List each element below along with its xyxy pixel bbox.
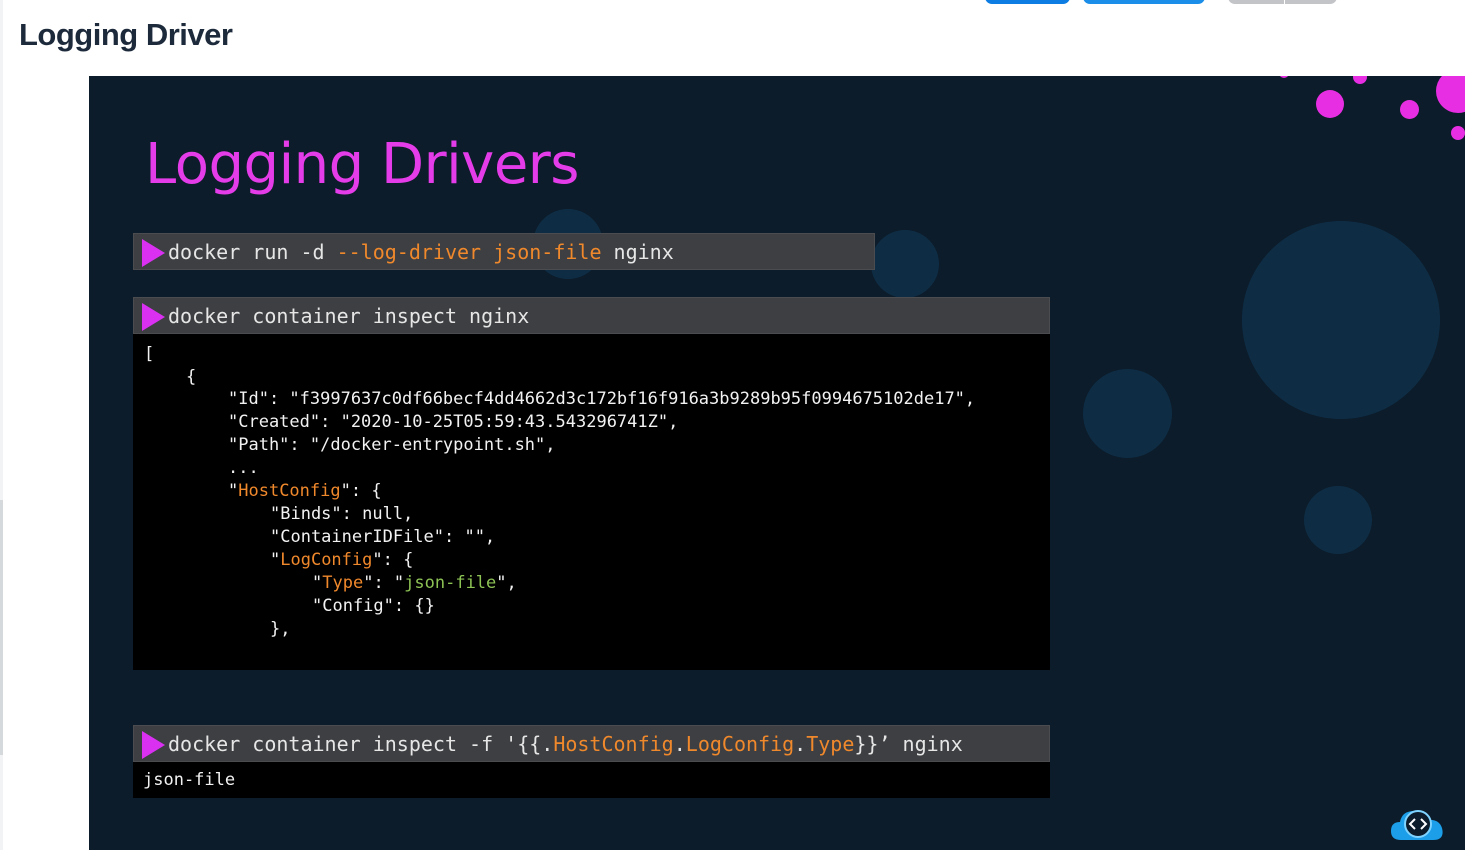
decor-dot [1316,90,1344,118]
decor-dot [1353,76,1367,84]
code-line: { [186,367,197,387]
cloud-code-icon[interactable] [1389,806,1447,842]
cmd-key: HostConfig [553,732,674,756]
cmd-prefix: docker run -d [168,240,337,264]
inspect-output: [ { "Id": "f3997637c0df66becf4dd4662d3c1… [133,334,1050,670]
code-line: "ContainerIDFile": "", [270,527,496,547]
decor-dot [1400,100,1419,119]
decor-dot [1436,76,1465,113]
inspect-format-output: json-file [133,762,1050,798]
json-value: json-file [404,573,497,593]
code-line: "LogConfig": { [270,550,414,570]
top-button-4[interactable] [1285,0,1337,4]
command-text: docker container inspect -f '{{.HostConf… [168,731,963,757]
top-button-2[interactable] [1083,0,1205,4]
code-line: "Id": "f3997637c0df66becf4dd4662d3c172bf… [228,389,976,409]
code-line: "Type": "json-file", [312,573,517,593]
cmd-key: LogConfig [685,732,795,756]
output-value: json-file [143,770,236,790]
decor-dot [1279,76,1289,78]
left-scroll-indicator [0,500,3,755]
json-key: HostConfig [238,481,341,501]
top-button-3[interactable] [1228,0,1284,4]
cmd-key: Type [806,732,855,756]
command-bar-inspect-format: docker container inspect -f '{{.HostConf… [133,725,1050,762]
play-triangle-icon [142,239,165,267]
top-button-1[interactable] [985,0,1070,4]
cmd-flag: --log-driver json-file [336,240,602,264]
command-text: docker run -d --log-driver json-file ngi… [168,239,674,265]
code-line: "HostConfig": { [228,481,382,501]
cmd-dot: . [794,732,807,756]
decor-circle [1242,221,1440,419]
play-triangle-icon [142,731,165,759]
cmd-suffix: }}’ nginx [854,732,963,756]
page-title: Logging Driver [19,17,233,52]
code-line: ... [228,458,259,478]
command-text: docker container inspect nginx [168,304,530,328]
decor-circle [1083,369,1172,458]
json-key: Type [322,573,364,593]
cmd-dot: . [673,732,686,756]
code-line: "Path": "/docker-entrypoint.sh", [228,435,556,455]
json-key: LogConfig [280,550,373,570]
command-bar-run: docker run -d --log-driver json-file ngi… [133,233,875,270]
cmd-suffix: nginx [601,240,674,264]
code-line: "Config": {} [312,596,435,616]
decor-circle [1304,486,1372,554]
code-line: "Binds": null, [270,504,414,524]
play-triangle-icon [142,303,165,331]
cmd-prefix: docker container inspect -f '{{. [168,732,554,756]
slide: Logging Drivers docker run -d --log-driv… [89,76,1465,850]
decor-dot [1451,126,1465,140]
code-line: [ [144,344,155,364]
slide-title: Logging Drivers [145,132,579,197]
command-bar-inspect: docker container inspect nginx [133,297,1050,334]
code-line: "Created": "2020-10-25T05:59:43.54329674… [228,412,679,432]
decor-circle [871,230,939,298]
code-line: }, [270,619,291,639]
